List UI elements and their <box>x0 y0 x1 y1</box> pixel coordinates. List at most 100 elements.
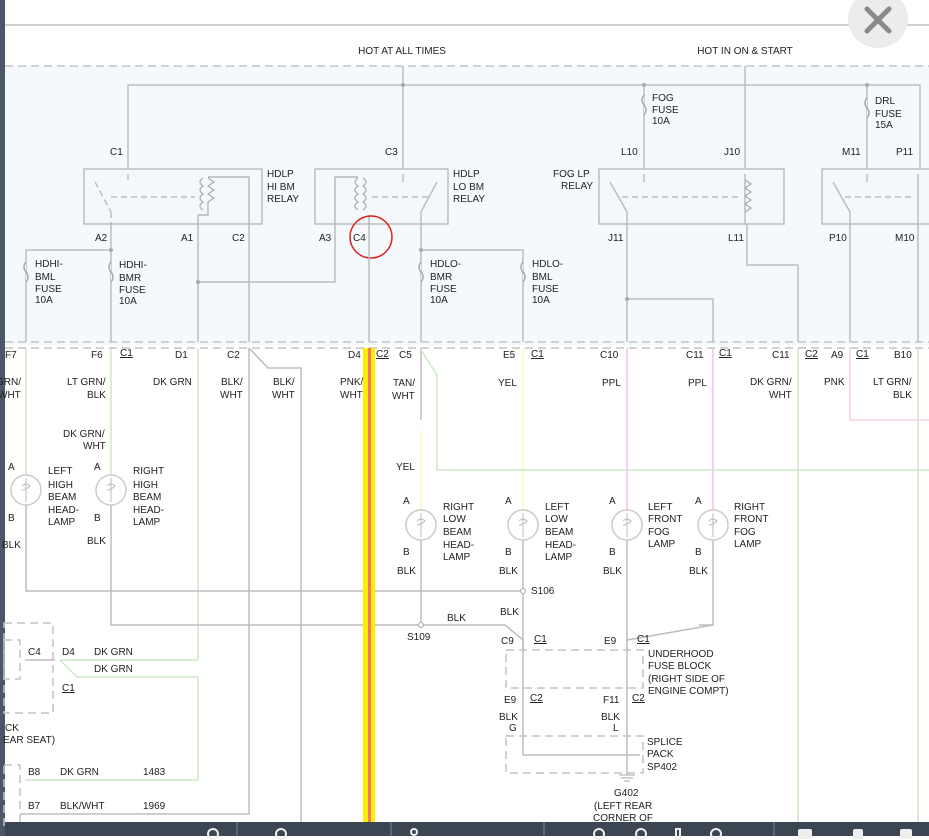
diagram-label: SPLICE <box>647 737 683 748</box>
diagram-label: 10A <box>652 116 670 127</box>
diagram-label: EAR SEAT) <box>3 735 55 746</box>
diagram-label: FUSE <box>35 284 62 295</box>
diagram-label: BMR <box>119 273 141 284</box>
diagram-label: BEAM <box>48 492 76 503</box>
diagram-label: PNK <box>824 377 845 388</box>
rotate-icon[interactable] <box>710 828 722 840</box>
diagram-label: C2 <box>530 693 543 704</box>
diagram-label: C1 <box>531 349 544 360</box>
pin-p10: P10 <box>829 233 847 244</box>
diagram-label: PPL <box>602 378 621 389</box>
diagram-label: C9 <box>501 636 514 647</box>
pin-m10: M10 <box>895 233 915 244</box>
diagram-label: B8 <box>28 767 41 778</box>
diagram-label: HDLO- <box>430 259 461 270</box>
diagram-label: HDHI- <box>119 260 147 271</box>
diagram-label: F11 <box>603 695 620 706</box>
diagram-label: A <box>609 496 616 507</box>
diagram-label: HEAD- <box>133 505 164 516</box>
diagram-label: FUSE <box>875 109 902 120</box>
diagram-label: BMR <box>430 272 452 283</box>
diagram-label: 10A <box>430 295 448 306</box>
diagram-label: FOG <box>734 527 756 538</box>
pin-p11: P11 <box>896 147 913 158</box>
diagram-label: D1 <box>175 350 188 361</box>
diagram-label: RELAY <box>561 181 593 192</box>
pin-l10: L10 <box>621 147 638 158</box>
diagram-label: LAMP <box>648 539 676 550</box>
diagram-label: LEFT <box>48 466 72 477</box>
diagram-label: HDLP <box>453 169 480 180</box>
diagram-label: DK GRN/ <box>63 429 105 440</box>
page-icon[interactable] <box>900 829 912 839</box>
diagram-label: C1 <box>637 634 650 645</box>
diagram-label: C2 <box>632 693 645 704</box>
diagram-label: FUSE <box>532 284 559 295</box>
diagram-label: BML <box>35 272 56 283</box>
diagram-label: 15A <box>875 120 893 131</box>
diagram-label: G <box>509 723 517 734</box>
diagram-label: WHT <box>83 441 106 452</box>
diagram-label: DK GRN <box>94 647 133 658</box>
diagram-label: FUSE <box>119 285 146 296</box>
diagram-label: LAMP <box>133 517 161 528</box>
diagram-label: WHT <box>272 390 295 401</box>
rotate-left-icon[interactable] <box>593 828 605 840</box>
diagram-label: FOG <box>648 527 670 538</box>
diagram-label: FUSE <box>652 105 679 116</box>
diagram-label: E9 <box>604 636 617 647</box>
diagram-label: WHT <box>340 390 363 401</box>
diagram-label: HDHI- <box>35 259 63 270</box>
diagram-label: RIGHT <box>133 466 164 477</box>
diagram-label: E9 <box>504 695 517 706</box>
diagram-label: BLK <box>603 566 622 577</box>
diagram-label: LAMP <box>545 552 573 563</box>
toolbar-divider <box>390 822 392 836</box>
download-icon[interactable] <box>853 829 863 839</box>
diagram-label: C4 <box>28 647 41 658</box>
diagram-label: BEAM <box>545 527 573 538</box>
lamp-right-front-fog: A B BLK RIGHTFRONT FOGLAMP <box>689 496 768 577</box>
pin-a3: A3 <box>319 233 332 244</box>
lamp-right-low-beam: A B BLK RIGHTLOW BEAM HEAD-LAMP <box>397 496 474 577</box>
connector-labels: F7 F6 C1 D1 C2 D4 C2 C5 E5 C1 C10 C11 C1… <box>5 348 912 361</box>
diagram-label: GRN/ <box>0 377 21 388</box>
toolbar-divider <box>236 822 238 836</box>
diagram-label: HEAD- <box>443 540 474 551</box>
pin-c3: C3 <box>385 147 398 158</box>
diagram-label: BML <box>532 272 553 283</box>
diagram-label: FOG LP <box>553 169 590 180</box>
diagram-label: WHT <box>0 390 21 401</box>
zoom-in-icon[interactable] <box>275 828 287 840</box>
diagram-label: (LEFT REAR <box>594 801 652 812</box>
diagram-label: L <box>613 723 619 734</box>
diagram-label: B <box>8 513 15 524</box>
wiring-diagram: HOT AT ALL TIMES HOT IN ON & START FOGFU… <box>0 46 929 826</box>
pan-icon[interactable] <box>410 828 418 836</box>
pin-a2: A2 <box>95 233 108 244</box>
diagram-label: C11 <box>686 350 704 361</box>
diagram-label: LOW <box>545 514 568 525</box>
fit-icon[interactable] <box>675 828 681 840</box>
diagram-label: PACK <box>647 749 674 760</box>
diagram-label: BLK <box>2 540 21 551</box>
diagram-label: 1969 <box>143 801 166 812</box>
diagram-label: B <box>609 547 616 558</box>
diagram-label: DK GRN <box>153 377 192 388</box>
diagram-label: (RIGHT SIDE OF <box>648 674 725 685</box>
pin-j10: J10 <box>724 147 741 158</box>
left-bottom-connector: B8 DK GRN 1483 B7 BLK/WHT 1969 <box>3 764 166 826</box>
diagram-label: CK <box>5 723 19 734</box>
diagram-label: B <box>695 547 702 558</box>
diagram-label: B7 <box>28 801 41 812</box>
toolbar-divider <box>773 822 775 836</box>
zoom-out-icon[interactable] <box>207 828 219 840</box>
diagram-label: HIGH <box>48 480 73 491</box>
diagram-label: SP402 <box>647 762 677 773</box>
rotate-right-icon[interactable] <box>635 828 647 840</box>
diagram-label: 10A <box>532 295 550 306</box>
diagram-label: A <box>8 462 15 473</box>
diagram-label: WHT <box>392 391 415 402</box>
print-icon[interactable] <box>798 829 812 839</box>
diagram-label: BLK <box>499 566 518 577</box>
